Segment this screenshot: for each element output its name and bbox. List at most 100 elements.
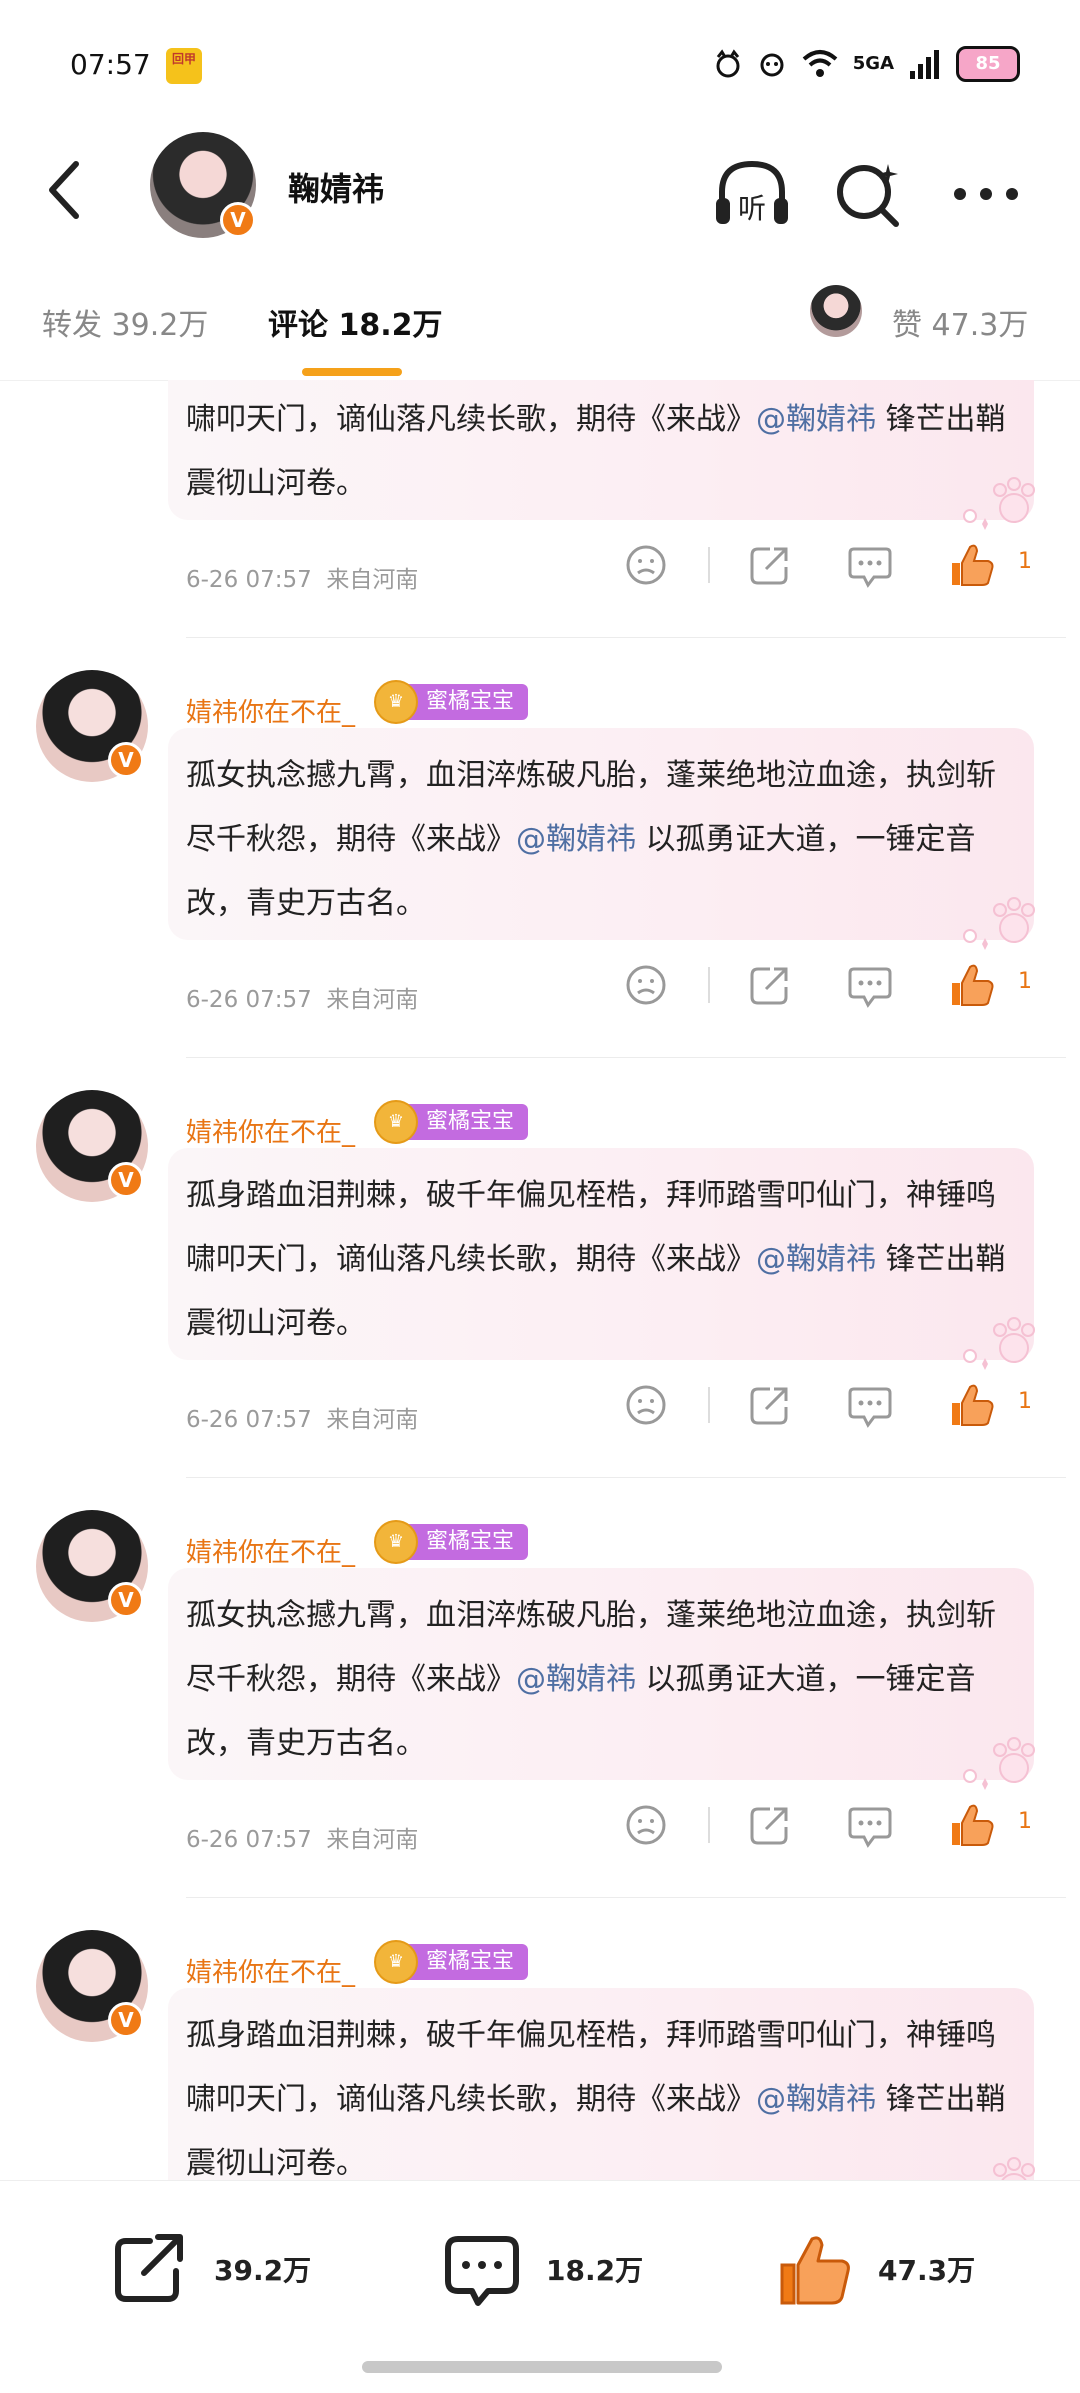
comment-item[interactable]: V 婧祎你在不在_ ♛ 蜜橘宝宝 孤身踏血泪荆棘，破千年偏见桎梏，拜师踏雪叩仙门… bbox=[0, 1090, 1080, 1510]
repost-button[interactable]: 39.2万 bbox=[110, 2229, 311, 2309]
comment-meta: 6-26 07:57 来自河南 bbox=[186, 560, 418, 594]
action-divider bbox=[708, 1387, 710, 1423]
thumbs-up-icon[interactable] bbox=[946, 959, 998, 1011]
tab-comments[interactable]: 评论 18.2万 bbox=[268, 300, 442, 344]
comment-time: 6-26 07:57 bbox=[186, 1827, 312, 1853]
comment-time: 6-26 07:57 bbox=[186, 567, 312, 593]
comment-text: 孤身踏血泪荆棘，破千年偏见桎梏，拜师踏雪叩仙门，神锤鸣啸叩天门，谪仙落凡续长歌，… bbox=[186, 380, 1016, 516]
commenter-name[interactable]: 婧祎你在不在_ bbox=[186, 1952, 355, 1989]
commenter-name[interactable]: 婧祎你在不在_ bbox=[186, 1532, 355, 1569]
mention-link[interactable]: @鞠婧祎 bbox=[756, 2082, 876, 2117]
paw-decoration-icon bbox=[963, 477, 1035, 530]
back-button[interactable] bbox=[36, 150, 96, 230]
paw-decoration-icon bbox=[963, 897, 1035, 950]
comment-bubble[interactable]: 孤身踏血泪荆棘，破千年偏见桎梏，拜师踏雪叩仙门，神锤鸣啸叩天门，谪仙落凡续长歌，… bbox=[168, 1988, 1035, 2180]
mention-link[interactable]: @鞠婧祎 bbox=[756, 402, 876, 437]
status-bar: 07:57 回甲 5GA 85 bbox=[0, 0, 1080, 130]
crown-icon: ♛ bbox=[374, 1520, 418, 1564]
thumbs-up-icon[interactable] bbox=[946, 1799, 998, 1851]
share-icon[interactable] bbox=[744, 1379, 796, 1431]
cat-icon bbox=[716, 49, 740, 78]
comment-item[interactable]: V 婧祎你在不在_ ♛ 蜜橘宝宝 孤女执念撼九霄，血泪淬炼破凡胎，蓬莱绝地泣血途… bbox=[0, 670, 1080, 1090]
fan-badge[interactable]: ♛ 蜜橘宝宝 bbox=[374, 1100, 529, 1144]
comment-bubble[interactable]: 孤身踏血泪荆棘，破千年偏见桎梏，拜师踏雪叩仙门，神锤鸣啸叩天门，谪仙落凡续长歌，… bbox=[168, 380, 1035, 530]
status-icons: 5GA 85 bbox=[713, 42, 1020, 86]
comment-like-count: 1 bbox=[1018, 1389, 1032, 1414]
paw-decoration-icon bbox=[963, 1737, 1035, 1790]
comment-item[interactable]: V 婧祎你在不在_ ♛ 蜜橘宝宝 孤女执念撼九霄，血泪淬炼破凡胎，蓬莱绝地泣血途… bbox=[0, 1510, 1080, 1930]
fan-badge[interactable]: ♛ 蜜橘宝宝 bbox=[374, 680, 529, 724]
mention-link[interactable]: @鞠婧祎 bbox=[516, 822, 636, 857]
thumbs-up-icon[interactable] bbox=[946, 539, 998, 591]
crown-icon: ♛ bbox=[374, 1940, 418, 1984]
verified-badge-icon: V bbox=[220, 202, 256, 238]
fan-badge-label: 蜜橘宝宝 bbox=[408, 1524, 529, 1560]
action-divider bbox=[708, 547, 710, 583]
comment-bubble[interactable]: 孤身踏血泪荆棘，破千年偏见桎梏，拜师踏雪叩仙门，神锤鸣啸叩天门，谪仙落凡续长歌，… bbox=[168, 1148, 1035, 1370]
comment-feed[interactable]: V 婧祎你在不在_ ♛ 蜜橘宝宝 孤身踏血泪荆棘，破千年偏见桎梏，拜师踏雪叩仙门… bbox=[0, 380, 1080, 2180]
comment-bubble[interactable]: 孤女执念撼九霄，血泪淬炼破凡胎，蓬莱绝地泣血途，执剑斩尽千秋怨，期待《来战》@鞠… bbox=[168, 728, 1035, 950]
comment-like-count: 1 bbox=[1018, 969, 1032, 994]
comment-actions: 1 bbox=[620, 1795, 1040, 1855]
crown-icon: ♛ bbox=[374, 680, 418, 724]
comment-meta: 6-26 07:57 来自河南 bbox=[186, 1820, 418, 1854]
comment-icon[interactable] bbox=[844, 1799, 896, 1851]
comment-bubble[interactable]: 孤女执念撼九霄，血泪淬炼破凡胎，蓬莱绝地泣血途，执剑斩尽千秋怨，期待《来战》@鞠… bbox=[168, 1568, 1035, 1790]
dislike-icon[interactable] bbox=[620, 1799, 672, 1851]
thumbs-up-icon bbox=[780, 2236, 850, 2305]
mention-link[interactable]: @鞠婧祎 bbox=[516, 1662, 636, 1697]
home-indicator[interactable] bbox=[362, 2361, 722, 2373]
share-icon[interactable] bbox=[744, 959, 796, 1011]
network-label: 5GA bbox=[852, 53, 894, 74]
dislike-icon[interactable] bbox=[620, 539, 672, 591]
comment-button[interactable]: 18.2万 bbox=[442, 2229, 643, 2309]
dislike-icon[interactable] bbox=[620, 1379, 672, 1431]
comment-icon[interactable] bbox=[844, 539, 896, 591]
crown-icon: ♛ bbox=[374, 1100, 418, 1144]
comment-time: 6-26 07:57 bbox=[186, 987, 312, 1013]
fan-badge-label: 蜜橘宝宝 bbox=[408, 1944, 529, 1980]
like-button[interactable]: 47.3万 bbox=[774, 2229, 975, 2309]
repost-count: 39.2万 bbox=[214, 2254, 312, 2287]
tab-likes[interactable]: 赞 47.3万 bbox=[892, 300, 1028, 344]
comment-meta: 6-26 07:57 来自河南 bbox=[186, 980, 418, 1014]
comment-item[interactable]: V 婧祎你在不在_ ♛ 蜜橘宝宝 孤身踏血泪荆棘，破千年偏见桎梏，拜师踏雪叩仙门… bbox=[0, 380, 1080, 670]
notification-app-icon: 回甲 bbox=[166, 48, 202, 84]
fan-badge-label: 蜜橘宝宝 bbox=[408, 1104, 529, 1140]
comment-meta: 6-26 07:57 来自河南 bbox=[186, 1400, 418, 1434]
fan-badge[interactable]: ♛ 蜜橘宝宝 bbox=[374, 1940, 529, 1984]
status-time: 07:57 bbox=[70, 48, 151, 81]
comment-like-count: 1 bbox=[1018, 549, 1032, 574]
verified-badge-icon: V bbox=[108, 1162, 144, 1198]
comment-text: 孤身踏血泪荆棘，破千年偏见桎梏，拜师踏雪叩仙门，神锤鸣啸叩天门，谪仙落凡续长歌，… bbox=[186, 1164, 1016, 1356]
like-count: 47.3万 bbox=[878, 2254, 976, 2287]
author-name[interactable]: 鞠婧祎 bbox=[288, 164, 384, 210]
more-icon[interactable] bbox=[944, 152, 1028, 236]
share-icon[interactable] bbox=[744, 539, 796, 591]
signal-icon bbox=[910, 50, 939, 79]
search-icon[interactable] bbox=[826, 152, 910, 236]
listen-icon[interactable]: 听 bbox=[710, 152, 794, 236]
fan-badge[interactable]: ♛ 蜜橘宝宝 bbox=[374, 1520, 529, 1564]
comment-icon[interactable] bbox=[844, 959, 896, 1011]
verified-badge-icon: V bbox=[108, 1582, 144, 1618]
comment-item[interactable]: V 婧祎你在不在_ ♛ 蜜橘宝宝 孤身踏血泪荆棘，破千年偏见桎梏，拜师踏雪叩仙门… bbox=[0, 1930, 1080, 2180]
fan-badge-label: 蜜橘宝宝 bbox=[408, 684, 529, 720]
comment-location: 来自河南 bbox=[326, 1407, 419, 1433]
commenter-name[interactable]: 婧祎你在不在_ bbox=[186, 692, 355, 729]
thumbs-up-icon[interactable] bbox=[946, 1379, 998, 1431]
dislike-icon[interactable] bbox=[620, 959, 672, 1011]
share-icon[interactable] bbox=[744, 1799, 796, 1851]
comment-count: 18.2万 bbox=[546, 2254, 644, 2287]
baby-icon bbox=[760, 53, 784, 77]
comment-time: 6-26 07:57 bbox=[186, 1407, 312, 1433]
wifi-icon bbox=[802, 50, 838, 77]
action-divider bbox=[708, 1807, 710, 1843]
commenter-name[interactable]: 婧祎你在不在_ bbox=[186, 1112, 355, 1149]
comment-text: 孤女执念撼九霄，血泪淬炼破凡胎，蓬莱绝地泣血途，执剑斩尽千秋怨，期待《来战》@鞠… bbox=[186, 1584, 1016, 1776]
comment-divider bbox=[186, 637, 1066, 638]
tab-repost[interactable]: 转发 39.2万 bbox=[42, 300, 208, 344]
mention-link[interactable]: @鞠婧祎 bbox=[756, 1242, 876, 1277]
comment-icon[interactable] bbox=[844, 1379, 896, 1431]
comment-divider bbox=[186, 1897, 1066, 1898]
